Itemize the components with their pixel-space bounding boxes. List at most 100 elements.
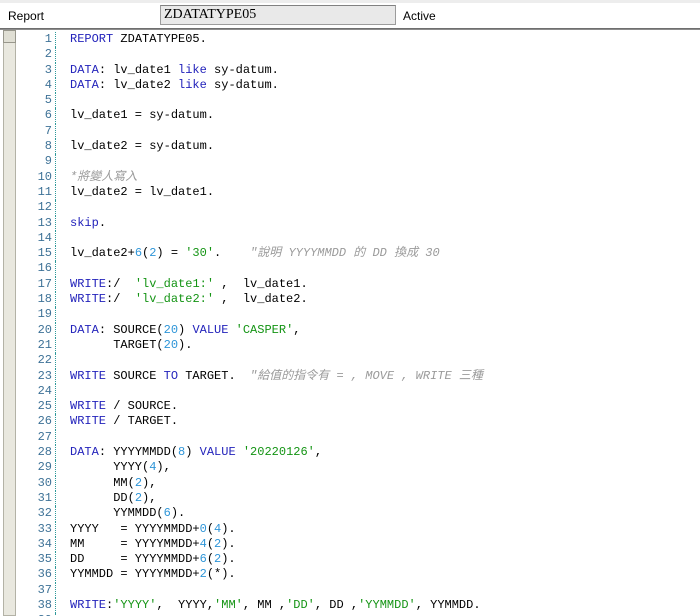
code-line[interactable]: 34 MM = YYYYMMDD+4(2). xyxy=(16,536,700,553)
code-line[interactable]: 33 YYYY = YYYYMMDD+0(4). xyxy=(16,521,700,537)
code-text: WRITE:'YYYY', YYYY,'MM', MM ,'DD', DD ,'… xyxy=(70,597,481,612)
code-text: WRITE:/ 'lv_date1:' , lv_date1. xyxy=(70,276,308,291)
code-line[interactable]: 23 WRITE SOURCE TO TARGET. "給值的指令有 = , MO… xyxy=(16,368,700,384)
code-text: DD(2), xyxy=(70,490,157,505)
code-text: DATA: SOURCE(20) VALUE 'CASPER', xyxy=(70,322,301,337)
line-number: 12 xyxy=(16,200,56,216)
code-lines-area[interactable]: 1 REPORT ZDATATYPE05. 2 3 DATA: lv_date1 lik… xyxy=(16,30,700,616)
code-line[interactable]: 15 lv_date2+6(2) = '30'. "說明 YYYYMMDD 的 D… xyxy=(16,246,700,262)
line-number: 7 xyxy=(16,123,56,140)
code-text: WRITE / TARGET. xyxy=(70,414,179,429)
code-line[interactable]: 37 xyxy=(16,582,700,598)
line-number: 3 xyxy=(16,62,56,78)
line-number: 23 xyxy=(16,368,56,384)
code-text: YYMMDD = YYYYMMDD+2(*). xyxy=(70,567,236,582)
code-text: YYYY = YYYYMMDD+0(4). xyxy=(70,521,236,536)
code-line[interactable]: 28 DATA: YYYYMMDD(8) VALUE '20220126', xyxy=(16,445,700,461)
code-text: WRITE SOURCE TO TARGET. "給值的指令有 = , MOVE… xyxy=(70,368,483,383)
code-line[interactable]: 24 xyxy=(16,383,700,400)
code-line[interactable]: 1 REPORT ZDATATYPE05. xyxy=(16,32,700,48)
line-number: 33 xyxy=(16,521,56,537)
code-line[interactable]: 8 lv_date2 = sy-datum. xyxy=(16,139,700,155)
code-text: DATA: lv_date1 like sy-datum. xyxy=(70,62,279,77)
code-text: *將變人寫入 xyxy=(70,169,138,184)
code-text: REPORT ZDATATYPE05. xyxy=(70,32,207,46)
line-number: 28 xyxy=(16,445,56,461)
line-number: 30 xyxy=(16,475,56,491)
line-number: 38 xyxy=(16,597,56,614)
code-line[interactable]: 19 xyxy=(16,307,700,323)
code-line[interactable]: 5 xyxy=(16,93,700,109)
code-line[interactable]: 16 xyxy=(16,261,700,277)
code-text: lv_date2+6(2) = '30'. "說明 YYYYMMDD 的 DD … xyxy=(70,246,440,261)
code-text: TARGET(20). xyxy=(70,337,193,352)
report-label: Report xyxy=(8,9,45,23)
line-number: 15 xyxy=(16,246,56,262)
status-badge: Active xyxy=(403,9,436,23)
code-line[interactable]: 12 xyxy=(16,200,700,216)
code-line[interactable]: 30 MM(2), xyxy=(16,475,700,491)
code-text: WRITE / SOURCE. xyxy=(70,399,179,414)
code-text: DD = YYYYMMDD+6(2). xyxy=(70,552,236,567)
code-line[interactable]: 11 lv_date2 = lv_date1. xyxy=(16,184,700,201)
code-text: DATA: lv_date2 like sy-datum. xyxy=(70,77,279,92)
code-text: WRITE:/ 'lv_date2:' , lv_date2. xyxy=(70,292,308,307)
code-text: skip. xyxy=(70,215,107,230)
code-line[interactable]: 26 WRITE / TARGET. xyxy=(16,414,700,430)
code-text: lv_date2 = sy-datum. xyxy=(70,139,215,154)
code-line[interactable]: 38 WRITE:'YYYY', YYYY,'MM', MM ,'DD', DD … xyxy=(16,597,700,614)
code-line[interactable]: 17 WRITE:/ 'lv_date1:' , lv_date1. xyxy=(16,276,700,293)
code-line[interactable]: 27 xyxy=(16,429,700,446)
line-number: 35 xyxy=(16,552,56,568)
code-text: DATA: YYYYMMDD(8) VALUE '20220126', xyxy=(70,445,323,460)
code-editor[interactable]: 1 REPORT ZDATATYPE05. 2 3 DATA: lv_date1 lik… xyxy=(0,30,700,616)
code-line[interactable]: 35 DD = YYYYMMDD+6(2). xyxy=(16,552,700,568)
line-number: 36 xyxy=(16,567,56,583)
line-number: 32 xyxy=(16,506,56,522)
line-number: 17 xyxy=(16,276,56,293)
line-number: 11 xyxy=(16,184,56,201)
code-text: MM = YYYYMMDD+4(2). xyxy=(70,536,236,551)
code-line[interactable]: 32 YYMMDD(6). xyxy=(16,506,700,522)
line-number: 34 xyxy=(16,536,56,553)
code-line[interactable]: 2 xyxy=(16,47,700,63)
code-line[interactable]: 22 xyxy=(16,353,700,369)
code-line[interactable]: 6 lv_date1 = sy-datum. xyxy=(16,108,700,124)
code-line[interactable]: 25 WRITE / SOURCE. xyxy=(16,399,700,415)
code-line[interactable]: 36 YYMMDD = YYYYMMDD+2(*). xyxy=(16,567,700,583)
line-number: 9 xyxy=(16,154,56,170)
code-line[interactable]: 10 *將變人寫入 xyxy=(16,169,700,185)
report-name-input[interactable] xyxy=(160,5,396,25)
line-number: 10 xyxy=(16,169,56,185)
code-line[interactable]: 29 YYYY(4), xyxy=(16,460,700,476)
code-line[interactable]: 21 TARGET(20). xyxy=(16,337,700,354)
code-line[interactable]: 3 DATA: lv_date1 like sy-datum. xyxy=(16,62,700,78)
code-line[interactable]: 4 DATA: lv_date2 like sy-datum. xyxy=(16,77,700,94)
line-number: 19 xyxy=(16,307,56,323)
line-number: 4 xyxy=(16,77,56,94)
report-header-bar: Report Active xyxy=(0,3,700,28)
gutter-top-cell[interactable] xyxy=(3,30,16,43)
code-text: MM(2), xyxy=(70,475,157,490)
code-line[interactable]: 13 skip. xyxy=(16,215,700,231)
code-line[interactable]: 18 WRITE:/ 'lv_date2:' , lv_date2. xyxy=(16,292,700,308)
code-line[interactable]: 20 DATA: SOURCE(20) VALUE 'CASPER', xyxy=(16,322,700,338)
line-number: 13 xyxy=(16,215,56,231)
code-line[interactable]: 14 xyxy=(16,230,700,247)
line-number: 18 xyxy=(16,292,56,308)
code-line[interactable]: 7 xyxy=(16,123,700,140)
code-line[interactable]: 9 xyxy=(16,154,700,170)
breakpoint-gutter[interactable] xyxy=(3,30,16,616)
line-number: 31 xyxy=(16,490,56,507)
code-line[interactable]: 31 DD(2), xyxy=(16,490,700,507)
line-number: 29 xyxy=(16,460,56,476)
